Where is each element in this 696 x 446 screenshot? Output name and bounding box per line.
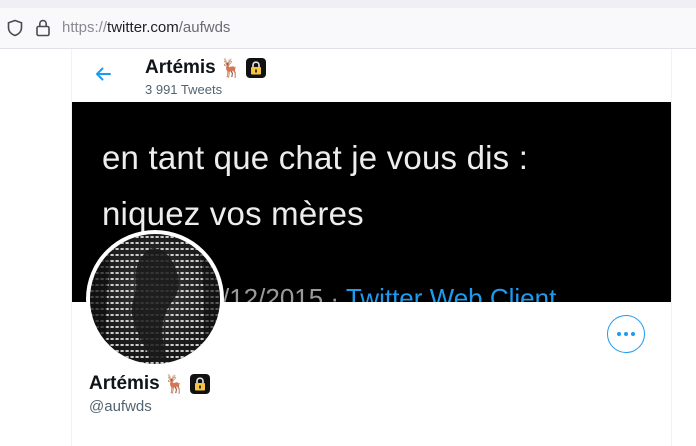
deer-emoji-icon: 🦌	[163, 374, 187, 394]
more-dot-icon	[624, 332, 628, 336]
deer-emoji-icon: 🦌	[219, 58, 243, 78]
avatar-image	[90, 234, 220, 364]
banner-text-line-2: niquez vos mères	[102, 195, 364, 232]
more-options-button[interactable]	[607, 315, 645, 353]
url-protocol: https://	[62, 19, 108, 36]
profile-handle: @aufwds	[89, 398, 152, 415]
avatar[interactable]	[86, 230, 224, 368]
header-display-name: Artémis	[145, 57, 216, 78]
more-dot-icon	[631, 332, 635, 336]
address-bar[interactable]: https://twitter.com/aufwds	[0, 8, 696, 49]
url-host: twitter.com	[107, 19, 179, 36]
back-arrow-icon	[93, 64, 113, 89]
profile-header-bar: Artémis 🦌 3 991 Tweets	[72, 49, 671, 102]
protected-lock-icon	[246, 58, 267, 78]
tracking-protection-shield-icon[interactable]	[6, 19, 24, 37]
banner-tweet-meta: /12/2015 · Twitter Web Client	[222, 282, 556, 302]
browser-tabstrip	[0, 0, 696, 8]
protected-lock-icon	[190, 374, 211, 394]
profile-name-row: Artémis 🦌	[89, 372, 211, 396]
url-path: /aufwds	[178, 19, 231, 36]
secure-lock-icon[interactable]	[35, 18, 51, 38]
back-button[interactable]	[86, 59, 120, 93]
tweet-count: 3 991 Tweets	[145, 82, 223, 97]
header-name-row: Artémis 🦌	[145, 56, 267, 80]
profile-column: Artémis 🦌 3 991 Tweets en tant que chat …	[71, 49, 672, 446]
more-dot-icon	[617, 332, 621, 336]
banner-date: /12/2015 ·	[222, 283, 346, 302]
url-text[interactable]: https://twitter.com/aufwds	[62, 19, 230, 37]
banner-client: Twitter Web Client	[345, 283, 557, 302]
profile-display-name: Artémis	[89, 373, 160, 394]
banner-text-line-1: en tant que chat je vous dis :	[102, 139, 529, 176]
